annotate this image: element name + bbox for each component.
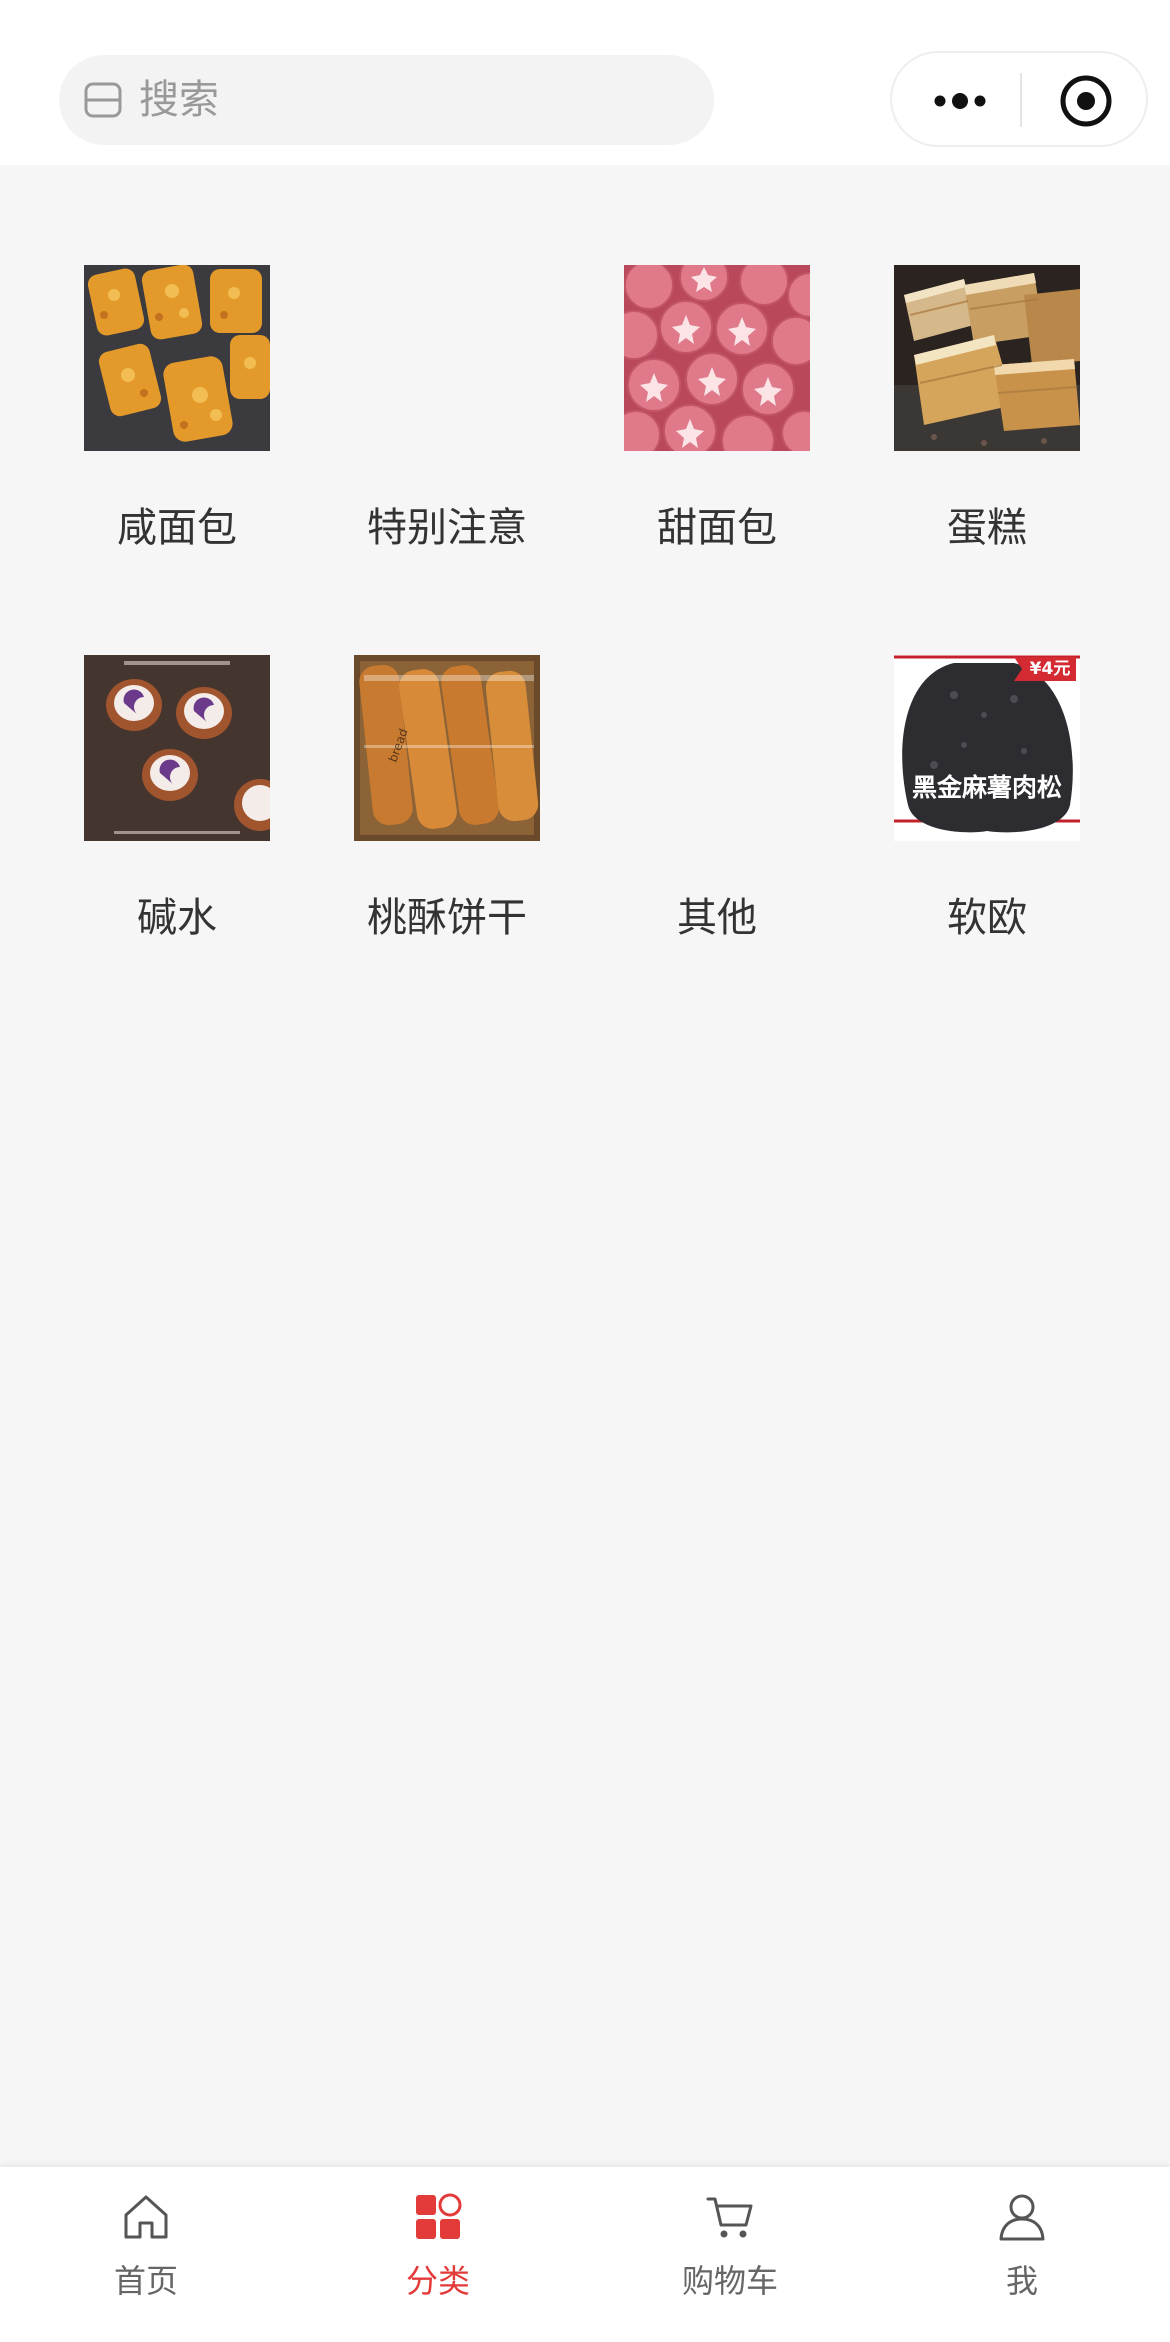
category-item[interactable]: 甜面包 (582, 165, 852, 555)
category-label: 蛋糕 (947, 505, 1027, 551)
tab-me[interactable]: 我 (876, 2167, 1168, 2342)
search-bar[interactable]: 搜索 (59, 55, 714, 145)
cart-icon (706, 2197, 753, 2238)
category-item[interactable]: 咸面包 (42, 165, 312, 555)
category-label: 碱水 (137, 895, 217, 941)
soft-euro-bread-photo: ¥4元 黑金麻薯肉松 (894, 655, 1080, 841)
image-caption: 黑金麻薯肉松 (911, 773, 1062, 802)
sweet-bread-photo (624, 265, 810, 451)
tab-label: 分类 (405, 2262, 470, 2300)
category-label: 咸面包 (117, 505, 237, 551)
category-label: 特别注意 (367, 505, 527, 551)
header: 搜索 (0, 0, 1170, 165)
home-icon (124, 2195, 168, 2239)
user-icon (999, 2194, 1045, 2241)
capsule-divider (1020, 73, 1022, 127)
category-item[interactable]: 蛋糕 (852, 165, 1122, 555)
category-label: 甜面包 (657, 505, 777, 551)
category-item[interactable]: ¥4元 黑金麻薯肉松 软欧 (852, 555, 1122, 945)
pretzel-bread-photo (84, 655, 270, 841)
search-placeholder: 搜索 (139, 77, 219, 123)
more-dots-icon[interactable] (930, 81, 990, 121)
mini-program-capsule (890, 51, 1148, 147)
category-item[interactable]: 其他 (582, 555, 852, 945)
tab-category[interactable]: 分类 (292, 2167, 584, 2342)
category-item[interactable]: 碱水 (42, 555, 312, 945)
tab-cart[interactable]: 购物车 (584, 2167, 876, 2342)
category-item[interactable]: 特别注意 (312, 165, 582, 555)
category-icon (416, 2193, 462, 2239)
savory-bread-photo (84, 265, 270, 451)
category-image-empty (624, 655, 810, 841)
category-image-empty (354, 265, 540, 451)
cake-photo (894, 265, 1080, 451)
cookies-photo: bread (354, 655, 540, 841)
category-label: 桃酥饼干 (367, 895, 527, 941)
scan-icon (84, 82, 122, 118)
tab-label: 首页 (113, 2262, 178, 2300)
category-item[interactable]: bread 桃酥饼干 (312, 555, 582, 945)
tab-label: 购物车 (681, 2262, 778, 2300)
tab-label: 我 (1005, 2262, 1038, 2300)
price-tag: ¥4元 (1029, 659, 1071, 679)
tab-home[interactable]: 首页 (0, 2167, 292, 2342)
target-icon[interactable] (1058, 73, 1114, 129)
category-label: 其他 (677, 895, 757, 941)
bottom-tab-bar: 首页 分类 购物车 我 (0, 2166, 1170, 2342)
category-label: 软欧 (947, 895, 1027, 941)
